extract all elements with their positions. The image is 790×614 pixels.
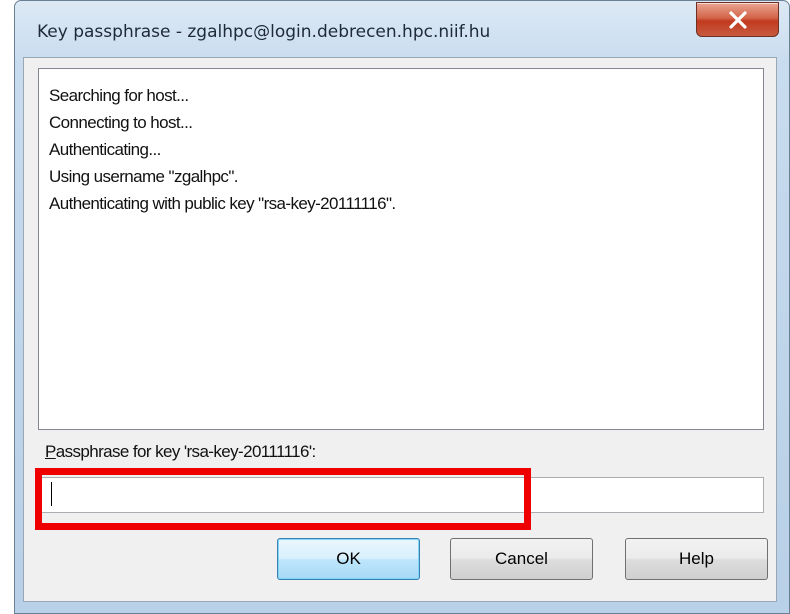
status-log: Searching for host... Connecting to host… [38,68,764,430]
log-line: Searching for host... [49,86,189,105]
ok-button[interactable]: OK [277,538,420,580]
passphrase-label: Passphrase for key 'rsa-key-20111116': [45,442,316,461]
cancel-button[interactable]: Cancel [450,538,593,580]
help-button[interactable]: Help [625,538,768,580]
close-button[interactable] [696,2,779,37]
highlight-box [35,468,531,530]
window-title: Key passphrase - zgalhpc@login.debrecen.… [37,22,491,42]
log-line: Authenticating with public key "rsa-key-… [49,194,396,213]
log-line: Authenticating... [49,140,161,159]
close-icon [729,11,747,29]
log-line: Connecting to host... [49,113,193,132]
log-line: Using username "zgalhpc". [49,167,239,186]
dialog-body: Searching for host... Connecting to host… [23,57,777,602]
